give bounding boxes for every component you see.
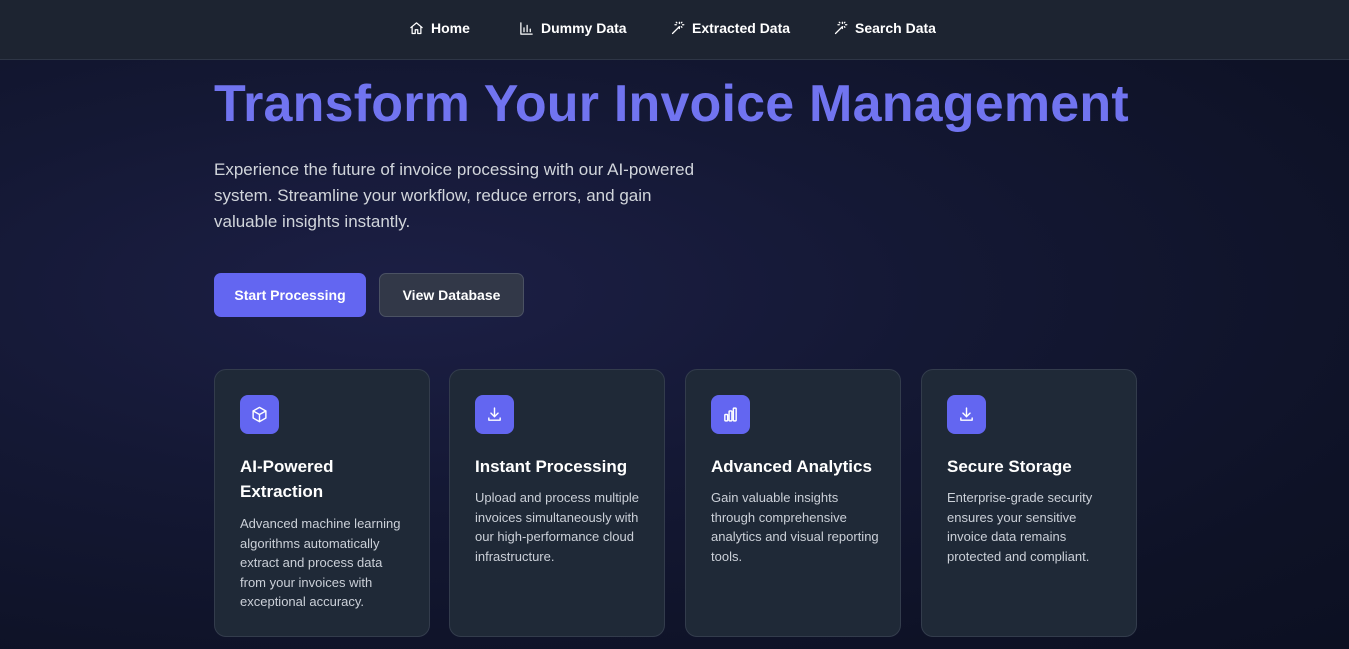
feature-card-advanced-analytics: Advanced Analytics Gain valuable insight… (685, 369, 901, 637)
nav-search-data-link[interactable]: Search Data (833, 20, 936, 36)
home-icon (410, 21, 423, 34)
feature-icon-badge (240, 395, 279, 434)
magic-wand-icon (834, 21, 848, 34)
hero-title: Transform Your Invoice Management (214, 75, 1129, 133)
feature-icon-badge (947, 395, 986, 434)
feature-description: Upload and process multiple invoices sim… (475, 490, 640, 564)
download-icon (960, 407, 973, 421)
hero-subtitle: Experience the future of invoice process… (214, 160, 695, 231)
nav-dummy-data-label: Dummy Data (541, 20, 627, 36)
feature-title: Instant Processing (475, 457, 628, 476)
bar-chart-icon (520, 21, 533, 35)
feature-description: Gain valuable insights through comprehen… (711, 490, 879, 564)
feature-card-ai-extraction: AI-Powered Extraction Advanced machine l… (214, 369, 430, 637)
feature-description: Enterprise-grade security ensures your s… (947, 490, 1093, 564)
start-processing-button[interactable]: Start Processing (214, 273, 366, 317)
nav-search-data-label: Search Data (855, 20, 936, 36)
download-icon (488, 407, 501, 421)
nav-extracted-data-label: Extracted Data (692, 20, 791, 36)
feature-icon-badge (475, 395, 514, 434)
magic-wand-icon (671, 21, 685, 34)
view-database-button[interactable]: View Database (379, 273, 524, 317)
nav-home-link[interactable]: Home (409, 20, 470, 36)
feature-icon-badge (711, 395, 750, 434)
feature-card-secure-storage: Secure Storage Enterprise-grade security… (921, 369, 1137, 637)
bar-chart-icon (724, 407, 737, 422)
nav-dummy-data-link[interactable]: Dummy Data (519, 20, 627, 36)
feature-title: Secure Storage (947, 457, 1072, 476)
feature-title: AI-Powered Extraction (240, 457, 334, 501)
cube-icon (252, 406, 267, 423)
feature-title: Advanced Analytics (711, 457, 872, 476)
feature-description: Advanced machine learning algorithms aut… (240, 516, 401, 609)
top-navbar: Home Dummy Data Extracted Data Search Da… (0, 0, 1349, 60)
feature-card-instant-processing: Instant Processing Upload and process mu… (449, 369, 665, 637)
nav-extracted-data-link[interactable]: Extracted Data (670, 20, 790, 36)
nav-home-label: Home (431, 20, 470, 36)
